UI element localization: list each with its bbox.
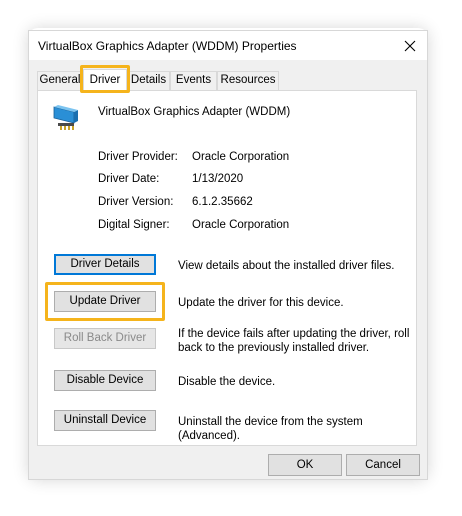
driver-provider-value: Oracle Corporation — [192, 151, 290, 163]
tab-details[interactable]: Details — [127, 71, 170, 90]
update-driver-button[interactable]: Update Driver — [54, 291, 156, 312]
tab-events[interactable]: Events — [170, 71, 217, 90]
disable-device-description: Disable the device. — [178, 376, 276, 388]
ok-button[interactable]: OK — [268, 454, 342, 476]
driver-version-value: 6.1.2.35662 — [192, 196, 253, 208]
disable-device-button[interactable]: Disable Device — [54, 370, 156, 391]
tab-resources[interactable]: Resources — [217, 71, 279, 90]
close-button[interactable] — [393, 31, 427, 60]
roll-back-driver-description: If the device fails after updating the d… — [178, 328, 410, 354]
digital-signer-label: Digital Signer: — [98, 219, 170, 231]
title-bar: VirtualBox Graphics Adapter (WDDM) Prope… — [29, 31, 427, 60]
window-title: VirtualBox Graphics Adapter (WDDM) Prope… — [38, 39, 297, 53]
update-driver-description: Update the driver for this device. — [178, 297, 344, 309]
cancel-button[interactable]: Cancel — [346, 454, 420, 476]
driver-date-value: 1/13/2020 — [192, 173, 244, 185]
driver-version-label: Driver Version: — [98, 196, 174, 208]
digital-signer-value: Oracle Corporation — [192, 219, 290, 231]
driver-details-description: View details about the installed driver … — [178, 260, 395, 272]
driver-details-button[interactable]: Driver Details — [54, 254, 156, 275]
uninstall-device-description: Uninstall the device from the system (Ad… — [178, 416, 363, 442]
roll-back-driver-button[interactable]: Roll Back Driver — [54, 328, 156, 349]
device-name: VirtualBox Graphics Adapter (WDDM) — [98, 106, 291, 118]
driver-panel: VirtualBox Graphics Adapter (WDDM) Drive… — [37, 90, 417, 446]
uninstall-device-button[interactable]: Uninstall Device — [54, 410, 156, 431]
tab-general[interactable]: General — [37, 71, 83, 90]
driver-date-label: Driver Date: — [98, 173, 160, 185]
close-icon — [404, 40, 416, 51]
driver-provider-label: Driver Provider: — [98, 151, 178, 163]
properties-dialog: VirtualBox Graphics Adapter (WDDM) Prope… — [28, 30, 428, 480]
display-adapter-icon — [53, 105, 78, 130]
tab-driver[interactable]: Driver — [83, 69, 127, 91]
